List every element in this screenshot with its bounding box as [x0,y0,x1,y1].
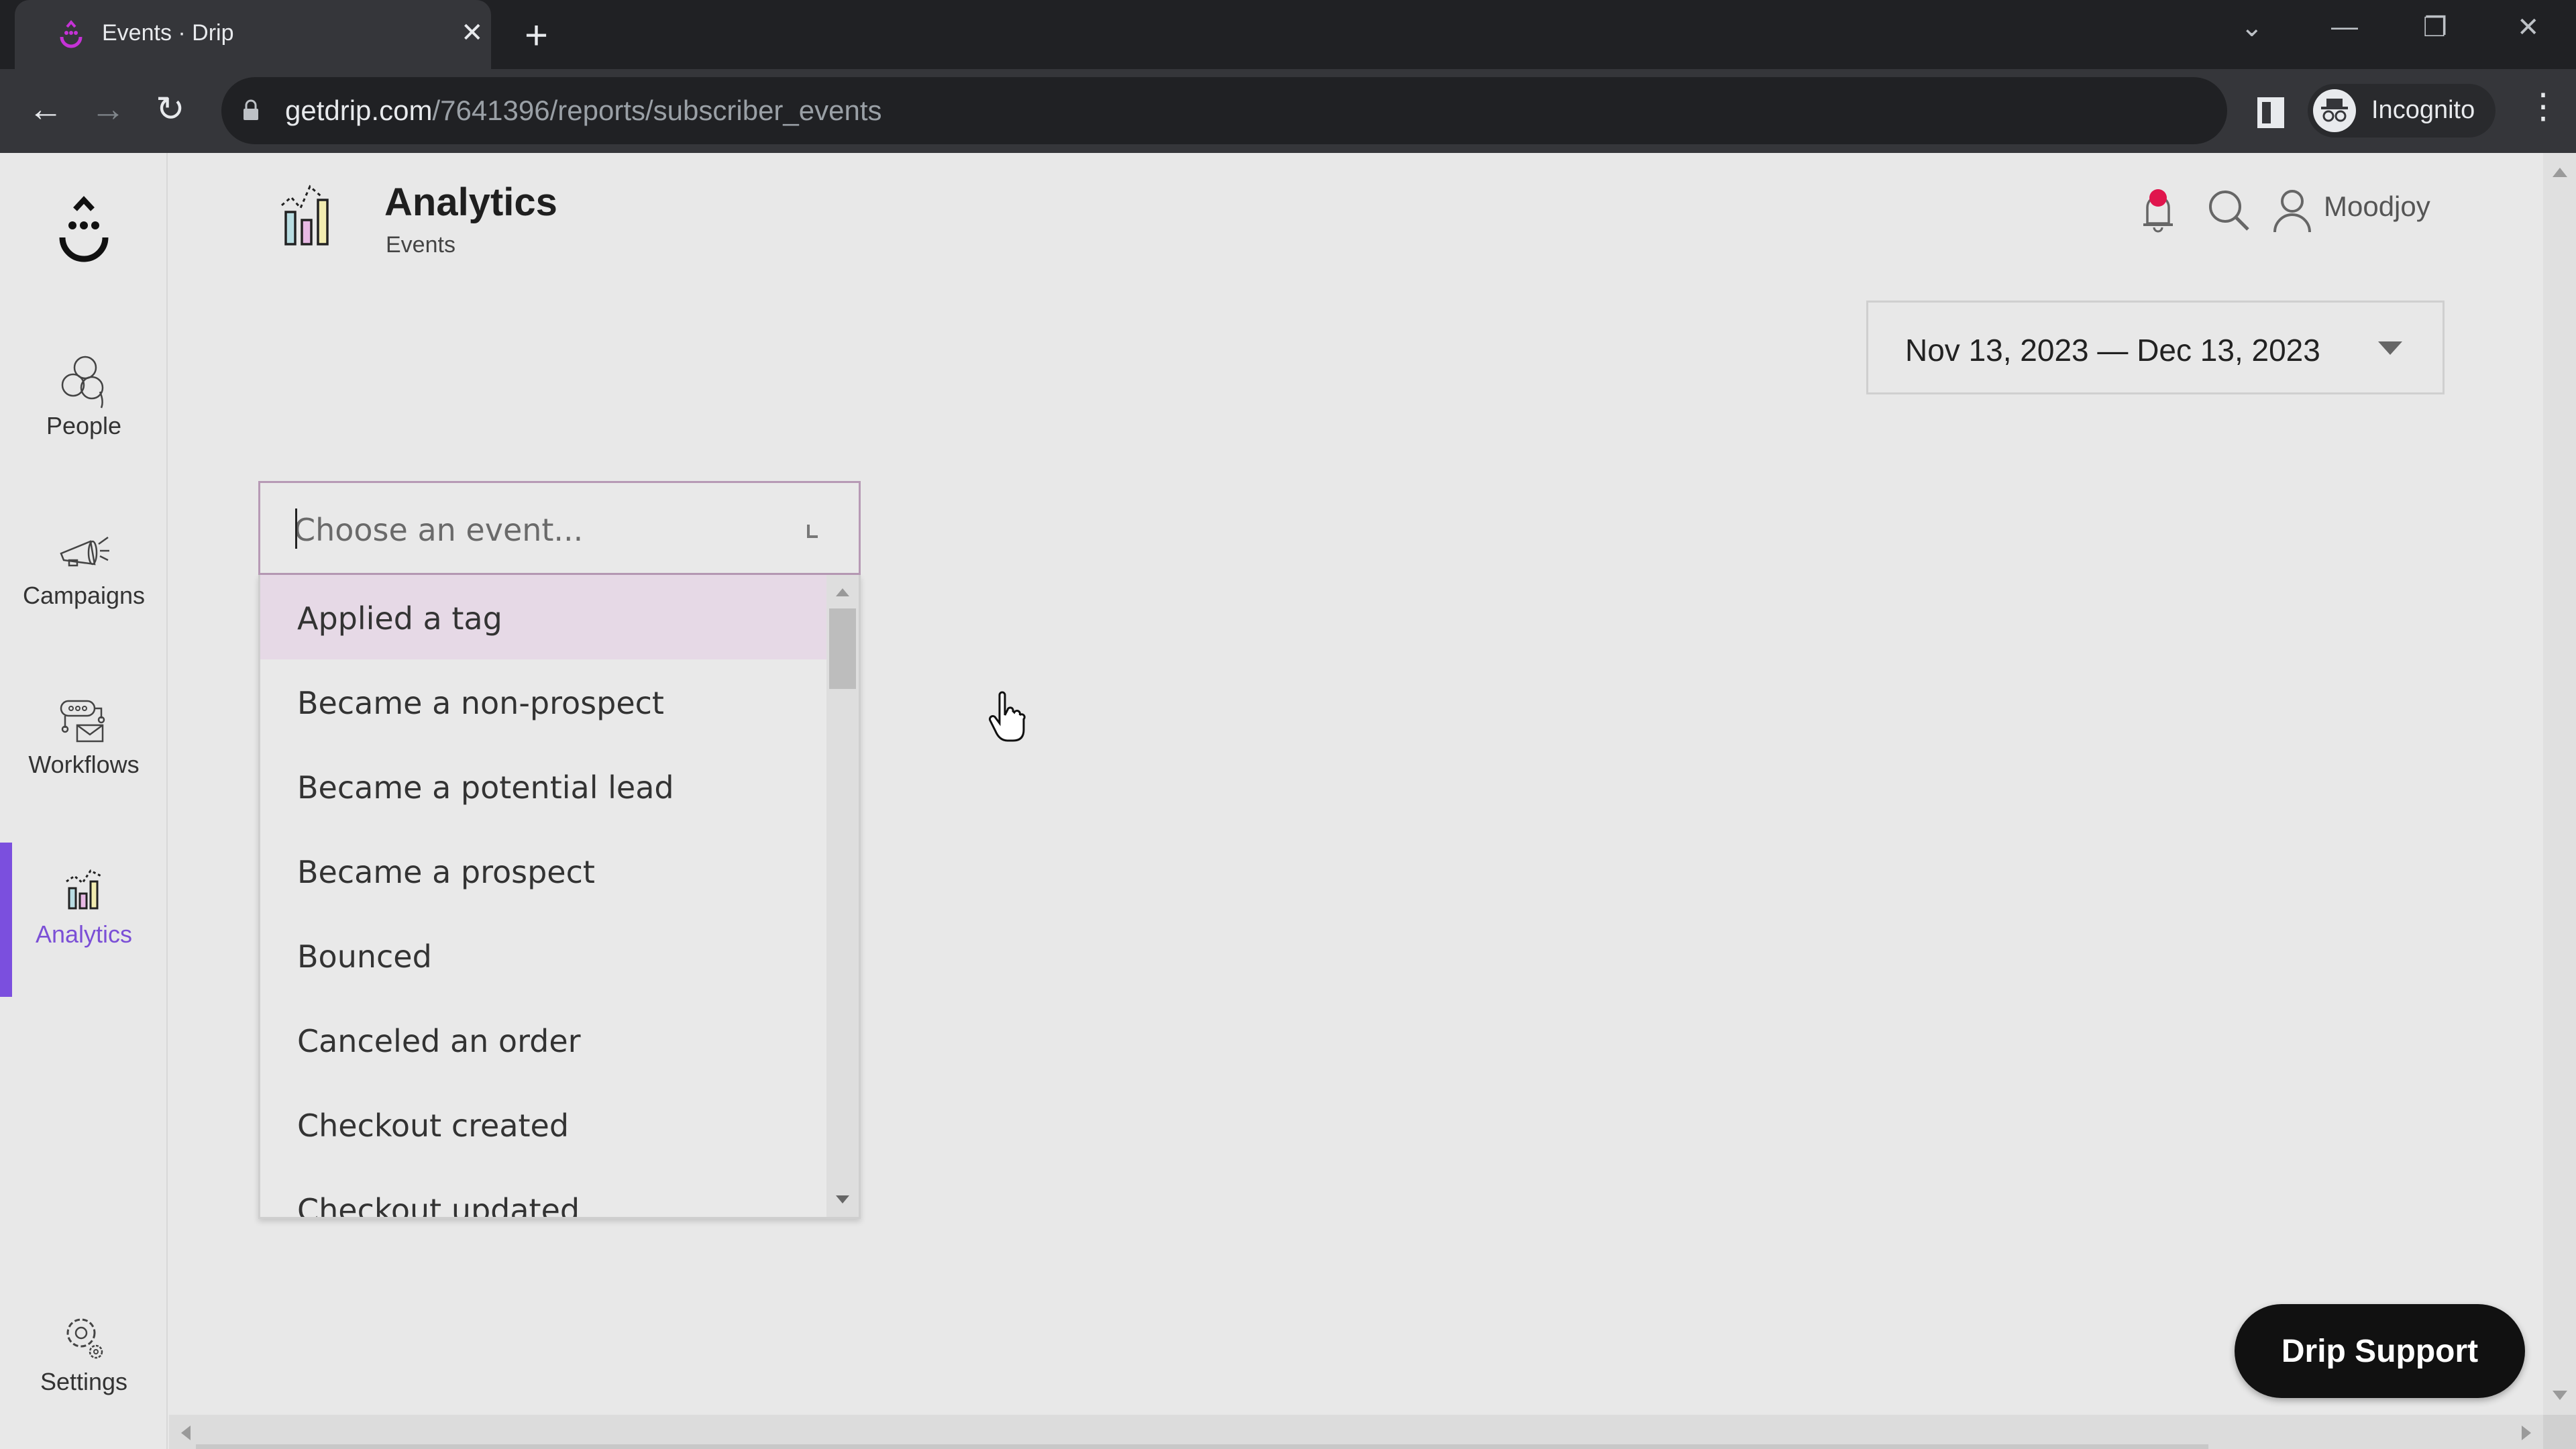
page-subtitle: Events [386,232,455,258]
incognito-profile-button[interactable]: Incognito [2308,84,2496,138]
drip-logo-icon[interactable] [54,193,114,274]
sidebar-item-label: Settings [40,1368,128,1395]
sidebar: People Campaigns Workflows Analytics Set… [0,153,168,1449]
forward-icon[interactable]: → [91,89,125,129]
browser-menu-icon[interactable]: ⋮ [2526,89,2561,124]
minimize-icon[interactable]: — [2331,12,2358,42]
tab-search-chevron-icon[interactable]: ⌄ [2241,12,2263,43]
workflow-icon [60,700,105,743]
sidebar-item-settings[interactable]: Settings [0,1290,168,1444]
analytics-icon [66,869,102,910]
list-scrollbar[interactable] [826,575,859,1217]
scroll-down-arrow-icon[interactable] [836,1195,849,1203]
browser-tab-active[interactable]: Events · Drip ✕ [15,0,491,69]
horizontal-scrollbar-thumb[interactable] [196,1444,2208,1449]
drip-favicon-icon [60,20,83,48]
caret-down-icon [2378,341,2402,355]
sidebar-item-analytics[interactable]: Analytics [0,843,168,997]
page-title: Analytics [384,180,557,224]
sidebar-item-label: Workflows [28,751,140,778]
sidebar-item-workflows[interactable]: Workflows [0,673,168,827]
browser-toolbar: ← → ↻ getdrip.com/7641396/reports/subscr… [0,69,2576,153]
scroll-up-arrow-icon[interactable] [2553,168,2567,177]
megaphone-icon [60,536,109,567]
tab-title: Events · Drip [102,20,234,46]
list-scrollbar-thumb[interactable] [829,608,856,689]
back-icon[interactable]: ← [28,89,63,129]
sidebar-item-people[interactable]: People [0,334,168,488]
event-option[interactable]: Checkout updated [260,1167,829,1217]
close-window-icon[interactable]: ✕ [2517,12,2540,43]
page-horizontal-scrollbar[interactable] [169,1415,2543,1449]
event-search-input[interactable] [294,503,763,557]
event-options-list[interactable]: Applied a tag Became a non-prospect Beca… [258,575,861,1219]
scroll-down-arrow-icon[interactable] [2553,1391,2567,1400]
address-bar[interactable]: getdrip.com/7641396/reports/subscriber_e… [221,77,2426,144]
tab-close-icon[interactable]: ✕ [461,17,484,48]
date-range-value: Nov 13, 2023 — Dec 13, 2023 [1905,333,2320,368]
sidebar-item-label: Analytics [35,920,133,948]
event-option[interactable]: Canceled an order [260,998,829,1082]
date-range-picker[interactable]: Nov 13, 2023 — Dec 13, 2023 [1866,301,2445,394]
restore-icon[interactable]: ❐ [2423,12,2447,43]
gear-icon [66,1318,103,1359]
event-option[interactable]: Checkout created [260,1082,829,1167]
tab-strip: Events · Drip ✕ + ⌄ — ❐ ✕ [0,0,2576,69]
notification-bell-icon[interactable] [2138,183,2178,237]
people-icon [61,356,104,409]
text-cursor [295,508,297,549]
scroll-up-arrow-icon[interactable] [836,588,849,596]
incognito-label: Incognito [2371,96,2475,124]
scroll-right-arrow-icon[interactable] [2522,1426,2531,1440]
event-option[interactable]: Applied a tag [260,575,829,659]
new-tab-button[interactable]: + [525,12,548,58]
event-option[interactable]: Became a potential lead [260,744,829,828]
dropdown-indicator-icon[interactable] [807,525,818,538]
lock-icon [244,99,258,120]
scroll-left-arrow-icon[interactable] [181,1426,191,1440]
page-vertical-scrollbar[interactable] [2543,153,2576,1415]
sidebar-item-label: Campaigns [22,582,146,609]
analytics-page-icon [281,184,329,246]
sidebar-item-campaigns[interactable]: Campaigns [0,504,168,658]
user-icon[interactable] [2272,186,2312,233]
scrollbar-corner [2543,1415,2576,1449]
hand-cursor-icon [989,691,1026,742]
sidebar-item-label: People [46,412,122,439]
reload-icon[interactable]: ↻ [156,89,185,129]
browser-chrome: Events · Drip ✕ + ⌄ — ❐ ✕ ← → ↻ getdrip.… [0,0,2576,153]
drip-support-button[interactable]: Drip Support [2235,1304,2525,1398]
url-text[interactable]: getdrip.com/7641396/reports/subscriber_e… [285,95,882,127]
event-option[interactable]: Became a prospect [260,828,829,913]
event-option[interactable]: Bounced [260,913,829,998]
event-select[interactable] [258,481,861,575]
active-indicator [0,843,12,997]
incognito-icon [2313,89,2356,132]
search-icon[interactable] [2205,186,2252,233]
user-name[interactable]: Moodjoy [2324,191,2430,223]
main-content: Analytics Events Moodjoy Nov 13, 2023 — … [169,153,2543,1415]
event-option[interactable]: Became a non-prospect [260,659,829,744]
side-panel-icon[interactable] [2257,97,2284,128]
